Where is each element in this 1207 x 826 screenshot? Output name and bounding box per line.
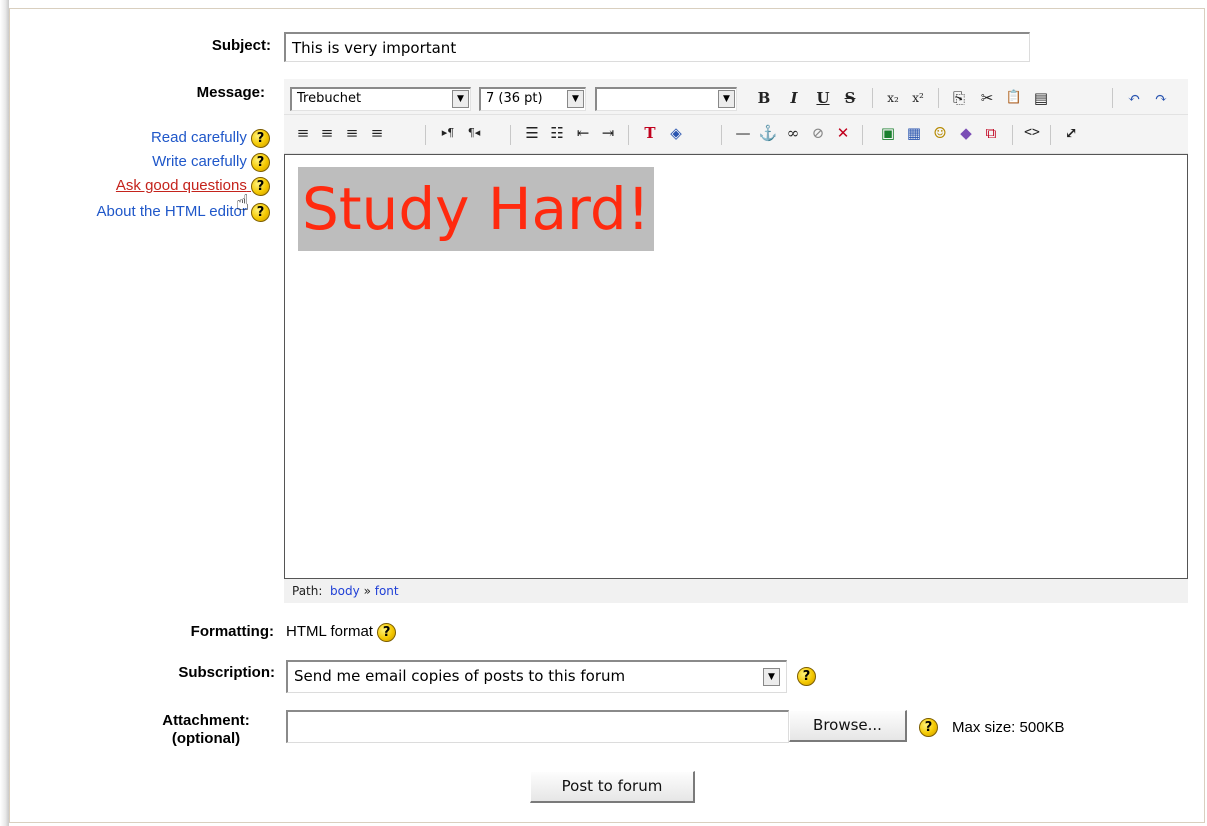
formatting-label: Formatting: (190, 623, 274, 640)
font-size-value: 7 (36 pt) (486, 91, 543, 106)
help-icon[interactable]: ? (251, 128, 270, 148)
undo-icon[interactable]: ↶ (1123, 87, 1145, 109)
max-size-text: Max size: 500KB (952, 719, 1065, 736)
special-char-icon[interactable]: ◆ (955, 122, 977, 144)
help-link-label: Write carefully (152, 153, 247, 170)
path-item-body[interactable]: body (330, 584, 360, 598)
underline-icon[interactable]: U (812, 87, 834, 109)
browse-button[interactable]: Browse... (789, 710, 907, 742)
toolbar-separator (721, 125, 722, 145)
align-left-icon[interactable]: ≡ (292, 122, 314, 144)
paste-word-icon[interactable]: ▤ (1030, 87, 1052, 109)
insert-image-icon[interactable]: ▣ (877, 122, 899, 144)
toolbar-separator (628, 125, 629, 145)
subscription-label: Subscription: (178, 664, 275, 681)
formatting-value-group: HTML format ? (286, 621, 397, 643)
html-source-icon[interactable]: <> (1021, 122, 1043, 144)
help-link-label: Ask good questions (115, 177, 247, 194)
help-link-write-carefully[interactable]: Write carefully ? (152, 151, 270, 173)
smiley-icon[interactable]: ☺ (929, 122, 951, 144)
editor-path-bar: Path: body » font (284, 579, 1188, 603)
toolbar-separator (862, 125, 863, 145)
search-replace-icon[interactable]: ⧉ (980, 122, 1002, 144)
indent-icon[interactable]: ⇥ (597, 122, 619, 144)
help-icon[interactable]: ? (377, 622, 397, 642)
help-link-read-carefully[interactable]: Read carefully ? (151, 127, 270, 149)
italic-icon[interactable]: I (783, 87, 805, 109)
formatting-value: HTML format (286, 623, 373, 640)
horizontal-rule-icon[interactable]: — (732, 122, 754, 144)
ordered-list-icon[interactable]: ☰ (521, 122, 543, 144)
toolbar-separator (872, 88, 873, 108)
attachment-file-input[interactable] (286, 710, 789, 743)
editor-content-area[interactable]: Study Hard! (284, 154, 1188, 579)
post-to-forum-button[interactable]: Post to forum (530, 771, 695, 803)
help-icon[interactable]: ? (251, 176, 270, 196)
bold-icon[interactable]: B (753, 87, 775, 109)
editor-toolbar-row-1: Trebuchet ▼ 7 (36 pt) ▼ ▼ B I U S x₂ x² … (284, 79, 1188, 115)
attachment-label-line1: Attachment: (162, 712, 250, 729)
subject-input[interactable]: This is very important (284, 32, 1030, 62)
font-name-value: Trebuchet (297, 91, 362, 106)
help-icon[interactable]: ? (919, 718, 938, 737)
window-shadow (0, 0, 9, 826)
help-links: Read carefully ? Write carefully ? Ask g… (20, 124, 270, 224)
redo-icon[interactable]: ↷ (1150, 87, 1172, 109)
help-link-label: About the HTML editor (96, 203, 247, 220)
chevron-down-icon: ▼ (567, 90, 584, 108)
font-name-select[interactable]: Trebuchet ▼ (290, 87, 471, 111)
insert-table-icon[interactable]: ▦ (903, 122, 925, 144)
subscription-select[interactable]: Send me email copies of posts to this fo… (286, 660, 787, 693)
strikethrough-icon[interactable]: S (839, 87, 861, 109)
align-right-icon[interactable]: ≡ (341, 122, 363, 144)
fullscreen-icon[interactable]: ⤢ (1060, 122, 1082, 144)
help-icon[interactable]: ? (251, 152, 270, 172)
text-color-icon[interactable]: T (639, 122, 661, 144)
font-size-select[interactable]: 7 (36 pt) ▼ (479, 87, 586, 111)
hand-cursor-icon: ☝ (236, 190, 250, 215)
justify-icon[interactable]: ≡ (366, 122, 388, 144)
chevron-down-icon: ▼ (763, 668, 780, 686)
attachment-label: Attachment: (optional) (140, 712, 272, 748)
help-link-label: Read carefully (150, 129, 247, 146)
toolbar-separator (1112, 88, 1113, 108)
rtl-icon[interactable]: ¶◂ (463, 122, 485, 144)
toolbar-separator (1012, 125, 1013, 145)
copy-icon[interactable]: ⎘ (948, 87, 970, 109)
chevron-down-icon: ▼ (718, 90, 735, 108)
toolbar-separator (1050, 125, 1051, 145)
path-label: Path: (292, 584, 323, 598)
message-label: Message: (196, 84, 265, 101)
nolink-icon[interactable]: ✕ (832, 122, 854, 144)
toolbar-separator (510, 125, 511, 145)
subscription-value: Send me email copies of posts to this fo… (294, 667, 626, 685)
unlink-icon[interactable]: ⊘ (807, 122, 829, 144)
subject-label: Subject: (211, 37, 271, 54)
attachment-label-line2: (optional) (171, 730, 241, 747)
superscript-icon[interactable]: x² (907, 87, 929, 109)
heading-select[interactable]: ▼ (595, 87, 737, 111)
background-color-icon[interactable]: ◈ (665, 122, 687, 144)
help-icon[interactable]: ? (251, 202, 270, 222)
link-icon[interactable]: ∞ (782, 122, 804, 144)
path-separator: » (363, 584, 371, 598)
toolbar-separator (938, 88, 939, 108)
ltr-icon[interactable]: ▸¶ (437, 122, 459, 144)
unordered-list-icon[interactable]: ☷ (546, 122, 568, 144)
subscript-icon[interactable]: x₂ (882, 87, 904, 109)
toolbar-separator (425, 125, 426, 145)
outdent-icon[interactable]: ⇤ (572, 122, 594, 144)
paste-icon[interactable]: 📋 (1003, 87, 1025, 109)
html-editor: Trebuchet ▼ 7 (36 pt) ▼ ▼ B I U S x₂ x² … (284, 79, 1188, 603)
editor-content-text[interactable]: Study Hard! (298, 167, 654, 251)
align-center-icon[interactable]: ≡ (316, 122, 338, 144)
cut-icon[interactable]: ✂ (976, 87, 998, 109)
anchor-icon[interactable]: ⚓ (757, 122, 779, 144)
chevron-down-icon: ▼ (452, 90, 469, 108)
path-item-font[interactable]: font (375, 584, 399, 598)
editor-toolbar-row-2: ≡ ≡ ≡ ≡ ▸¶ ¶◂ ☰ ☷ ⇤ ⇥ T ◈ — ⚓ ∞ ⊘ ✕ ▣ ▦ … (284, 115, 1188, 154)
help-icon[interactable]: ? (797, 667, 816, 686)
